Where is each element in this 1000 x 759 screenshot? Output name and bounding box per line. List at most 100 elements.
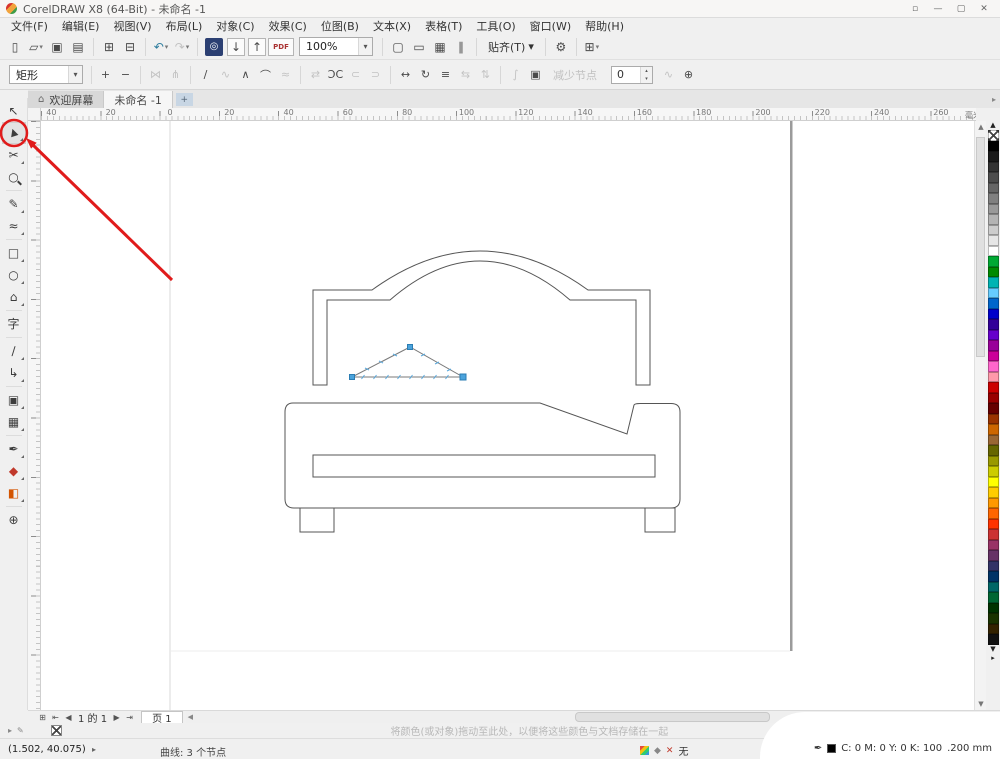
ellipse-tool[interactable]: ○ (2, 264, 26, 286)
menu-item-5[interactable]: 效果(C) (262, 18, 314, 34)
color-swatch[interactable] (987, 571, 999, 582)
curve-node-bottom-right[interactable] (459, 373, 467, 381)
pick-tool[interactable]: ↖ (2, 100, 26, 122)
save-icon[interactable]: ▣ (47, 37, 67, 57)
color-swatch[interactable] (987, 424, 999, 435)
text-tool[interactable]: 字 (2, 313, 26, 335)
menu-item-10[interactable]: 窗口(W) (523, 18, 578, 34)
convert-to-curve-icon[interactable]: ∿ (216, 65, 235, 84)
color-swatch[interactable] (987, 266, 999, 277)
copy-icon[interactable]: ⊞ (99, 37, 119, 57)
color-swatch[interactable] (987, 182, 999, 193)
color-swatch[interactable] (987, 518, 999, 529)
align-nodes-icon[interactable]: ≡ (436, 65, 455, 84)
selected-triangle-curve[interactable] (349, 344, 467, 381)
rotate-nodes-icon[interactable]: ↻ (416, 65, 435, 84)
crop-tool[interactable]: ✂ (2, 144, 26, 166)
palette-scroll-down-icon[interactable]: ▼ (990, 645, 995, 654)
document-no-color-swatch[interactable] (50, 725, 62, 736)
color-swatch[interactable] (987, 487, 999, 498)
options-icon[interactable]: ⚙ (551, 37, 571, 57)
curve-node-bottom-left[interactable] (349, 374, 355, 380)
menu-item-7[interactable]: 文本(X) (366, 18, 418, 34)
next-page-icon[interactable]: ▶ (110, 713, 123, 722)
color-swatch[interactable] (987, 287, 999, 298)
color-swatch[interactable] (987, 298, 999, 309)
previous-page-icon[interactable]: ◀ (62, 713, 75, 722)
transparency-tool[interactable]: ▦ (2, 411, 26, 433)
smoothness-spinner[interactable]: 0 ▴ ▾ (611, 65, 653, 84)
stretch-nodes-icon[interactable]: ↔ (396, 65, 415, 84)
add-tools-button[interactable]: ⊕ (2, 509, 26, 531)
color-swatch[interactable] (987, 203, 999, 214)
color-swatch[interactable] (987, 445, 999, 456)
spinner-arrows[interactable]: ▴ ▾ (640, 66, 652, 83)
vertical-ruler[interactable] (28, 121, 41, 710)
drawing-canvas[interactable] (41, 121, 974, 710)
reflect-horizontal-icon[interactable]: ⇆ (456, 65, 475, 84)
menu-item-3[interactable]: 布局(L) (159, 18, 210, 34)
interactive-fill-tool[interactable]: ◆ (2, 460, 26, 482)
chevron-down-icon[interactable]: ▾ (358, 38, 372, 55)
show-guidelines-icon[interactable]: ∥ (451, 37, 471, 57)
curve-smoothness-icon[interactable]: ∿ (659, 65, 678, 84)
first-page-icon[interactable]: ⇤ (49, 713, 62, 722)
publish-pdf-icon[interactable]: PDF (268, 37, 294, 56)
new-tab-button[interactable]: + (175, 93, 193, 106)
color-swatch[interactable] (987, 140, 999, 151)
color-swatch[interactable] (987, 224, 999, 235)
color-swatch[interactable] (987, 413, 999, 424)
curve-node-top[interactable] (407, 344, 413, 350)
spinner-down-icon[interactable]: ▾ (641, 75, 652, 83)
scroll-left-icon[interactable]: ◀ (188, 713, 193, 721)
color-swatch[interactable] (987, 340, 999, 351)
menu-item-8[interactable]: 表格(T) (418, 18, 469, 34)
polygon-tool[interactable]: ⌂ (2, 286, 26, 308)
palette-flyout-icon[interactable]: ▸ (991, 654, 995, 663)
color-swatch[interactable] (987, 214, 999, 225)
color-swatch[interactable] (987, 592, 999, 603)
triangle-path[interactable] (351, 346, 465, 378)
extract-subpath-icon[interactable]: ⊃ (366, 65, 385, 84)
shape-tool[interactable]: ▲ (1, 122, 26, 144)
color-swatch[interactable] (987, 634, 999, 645)
spinner-up-icon[interactable]: ▴ (641, 67, 652, 75)
color-swatch[interactable] (987, 277, 999, 288)
select-mode-icon[interactable]: ⊕ (679, 65, 698, 84)
color-swatch[interactable] (987, 581, 999, 592)
color-swatch[interactable] (987, 350, 999, 361)
close-button[interactable]: ✕ (974, 2, 994, 16)
close-curve-icon[interactable]: ƆC (326, 65, 345, 84)
zoom-level-combo[interactable]: 100% ▾ (299, 37, 373, 56)
smart-fill-tool[interactable]: ◧ (2, 482, 26, 504)
color-swatch[interactable] (987, 392, 999, 403)
dimension-tool[interactable]: ∕ (2, 340, 26, 362)
color-swatch[interactable] (987, 623, 999, 634)
eyedropper-tool[interactable]: ✒ (2, 438, 26, 460)
document-page[interactable] (41, 121, 974, 710)
page-1-tab[interactable]: 页 1 (141, 711, 183, 725)
search-content-icon[interactable]: ◎ (205, 37, 223, 56)
delete-node-icon[interactable]: − (116, 65, 135, 84)
menu-item-0[interactable]: 文件(F) (4, 18, 55, 34)
color-swatch[interactable] (987, 161, 999, 172)
new-document-icon[interactable]: ▯ (5, 37, 25, 57)
import-icon[interactable]: ↓ (227, 37, 245, 56)
mattress-inner-rect[interactable] (312, 454, 656, 478)
maximize-button[interactable]: ▢ (951, 2, 971, 16)
color-swatch[interactable] (987, 193, 999, 204)
cusp-node-icon[interactable]: ∧ (236, 65, 255, 84)
add-page-icon[interactable]: ⊞ (36, 713, 49, 722)
menu-item-4[interactable]: 对象(C) (209, 18, 261, 34)
artistic-media-tool[interactable]: ≈ (2, 215, 26, 237)
preset-combo[interactable]: 矩形 ▾ (9, 65, 83, 84)
color-swatch[interactable] (987, 550, 999, 561)
bed-leg-right[interactable] (644, 507, 676, 533)
launcher-icon[interactable]: ⊞ ▾ (582, 37, 602, 57)
chevron-down-icon[interactable]: ▾ (68, 66, 82, 83)
menu-item-2[interactable]: 视图(V) (106, 18, 158, 34)
bed-drawing[interactable] (284, 250, 681, 533)
color-swatch[interactable] (987, 497, 999, 508)
ruler-origin-box[interactable] (28, 108, 41, 121)
select-all-nodes-icon[interactable]: ▣ (526, 65, 545, 84)
